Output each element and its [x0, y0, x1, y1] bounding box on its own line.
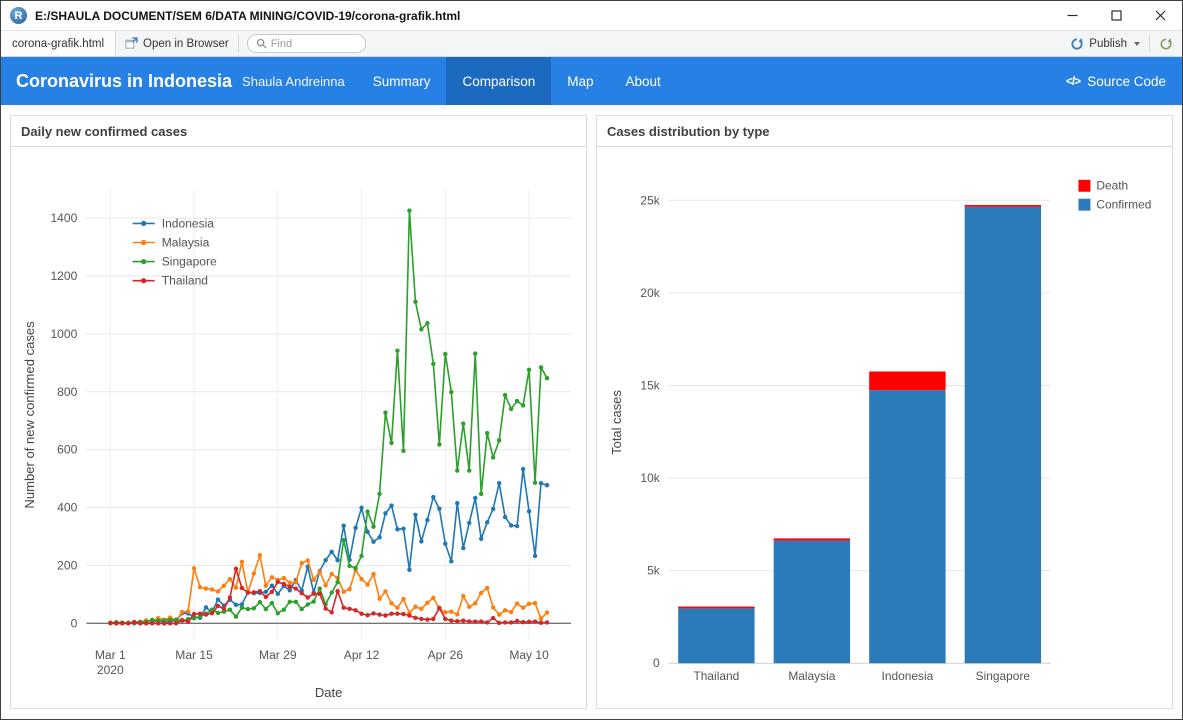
viewer-toolbar: corona-grafik.html Open in Browser Publi…: [1, 30, 1182, 57]
source-code-link[interactable]: </> Source Code: [1050, 57, 1182, 105]
app-navbar: Coronavirus in Indonesia Shaula Andreinn…: [1, 57, 1182, 105]
svg-text:400: 400: [57, 501, 77, 515]
svg-text:Indonesia: Indonesia: [162, 216, 215, 230]
svg-text:1400: 1400: [50, 211, 77, 225]
panel-title-cases-distribution: Cases distribution by type: [597, 116, 1172, 147]
svg-text:10k: 10k: [640, 471, 659, 485]
bar-chart-container: 0 5k 10k 15k 20k 25k Thailand Malaysia Indonesia…: [597, 147, 1172, 708]
maximize-icon: [1110, 10, 1122, 21]
rstudio-viewer-window: R E:/SHAULA DOCUMENT/SEM 6/DATA MINING/C…: [0, 0, 1183, 720]
tab-map[interactable]: Map: [551, 57, 609, 105]
navbar-menu: Summary Comparison Map About: [357, 57, 677, 105]
refresh-icon: [1160, 37, 1172, 49]
svg-text:May 10: May 10: [509, 648, 549, 662]
close-button[interactable]: [1138, 1, 1182, 30]
publish-label: Publish: [1089, 37, 1127, 50]
svg-text:0: 0: [71, 616, 78, 630]
svg-text:Mar 29: Mar 29: [259, 648, 297, 662]
svg-text:Death: Death: [1096, 179, 1128, 193]
svg-text:1200: 1200: [50, 269, 77, 283]
toolbar-separator: [237, 35, 239, 52]
svg-text:Apr 12: Apr 12: [344, 648, 380, 662]
find-input[interactable]: [270, 37, 357, 50]
maximize-button[interactable]: [1094, 1, 1138, 30]
app-title: Coronavirus in Indonesia: [16, 70, 233, 91]
find-box: [246, 34, 366, 53]
refresh-button[interactable]: [1150, 31, 1182, 56]
svg-text:800: 800: [57, 385, 77, 399]
open-in-browser-button[interactable]: Open in Browser: [116, 31, 238, 56]
caret-down-icon: [1134, 41, 1140, 46]
open-in-browser-label: Open in Browser: [143, 37, 229, 50]
panel-title-daily-cases: Daily new confirmed cases: [11, 116, 586, 147]
minimize-button[interactable]: [1050, 1, 1094, 30]
svg-text:Thailand: Thailand: [694, 669, 740, 683]
app-icon-letter: R: [14, 9, 23, 22]
rstudio-app-icon: R: [10, 7, 27, 24]
tab-comparison[interactable]: Comparison: [446, 57, 552, 105]
panel-daily-cases: Daily new confirmed cases 0 200 400 600 800 1…: [10, 115, 587, 709]
svg-text:15k: 15k: [640, 378, 659, 392]
tab-summary[interactable]: Summary: [357, 57, 447, 105]
file-tab[interactable]: corona-grafik.html: [1, 31, 117, 56]
svg-text:Malaysia: Malaysia: [162, 236, 210, 250]
svg-text:Singapore: Singapore: [162, 255, 217, 269]
panel-cases-distribution: Cases distribution by type 0 5k 10k 15k 20k 2…: [596, 115, 1173, 709]
svg-text:Number of new confirmed cases: Number of new confirmed cases: [22, 321, 37, 509]
svg-text:Indonesia: Indonesia: [882, 669, 934, 683]
source-code-label: Source Code: [1087, 73, 1166, 89]
svg-text:Mar 12020: Mar 1 2020: [95, 648, 126, 677]
line-chart[interactable]: 0 200 400 600 800 1000 1200 1400 Mar 1 2020 Mar 15…: [13, 149, 584, 704]
svg-text:Confirmed: Confirmed: [1096, 198, 1151, 212]
close-icon: [1155, 10, 1165, 21]
search-icon: [256, 38, 267, 49]
svg-text:20k: 20k: [640, 286, 659, 300]
svg-text:Total cases: Total cases: [609, 390, 624, 455]
svg-text:Singapore: Singapore: [976, 669, 1031, 683]
svg-text:600: 600: [57, 443, 77, 457]
publish-button[interactable]: Publish: [1061, 31, 1149, 56]
line-chart-container: 0 200 400 600 800 1000 1200 1400 Mar 1 2020 Mar 15…: [11, 147, 586, 708]
svg-text:Thailand: Thailand: [162, 274, 208, 288]
file-tab-label: corona-grafik.html: [12, 37, 105, 50]
publish-icon: [1071, 37, 1084, 50]
minimize-icon: [1067, 14, 1077, 17]
window-titlebar: R E:/SHAULA DOCUMENT/SEM 6/DATA MINING/C…: [1, 1, 1182, 30]
app-author: Shaula Andreinna: [242, 73, 345, 89]
svg-text:200: 200: [57, 558, 77, 572]
bar-chart[interactable]: 0 5k 10k 15k 20k 25k Thailand Malaysia Indonesia…: [599, 149, 1170, 704]
svg-text:Malaysia: Malaysia: [788, 669, 835, 683]
window-controls: [1050, 1, 1182, 30]
code-icon: </>: [1065, 74, 1081, 88]
dashboard-content: Daily new confirmed cases 0 200 400 600 800 1…: [1, 105, 1182, 719]
svg-text:Date: Date: [315, 685, 343, 700]
svg-text:25k: 25k: [640, 193, 659, 207]
svg-text:5k: 5k: [647, 564, 660, 578]
tab-about[interactable]: About: [610, 57, 677, 105]
svg-text:Mar 15: Mar 15: [175, 648, 213, 662]
svg-text:Apr 26: Apr 26: [428, 648, 464, 662]
svg-text:1000: 1000: [50, 327, 77, 341]
svg-text:0: 0: [653, 656, 660, 670]
open-in-browser-icon: [125, 37, 138, 49]
window-title: E:/SHAULA DOCUMENT/SEM 6/DATA MINING/COV…: [35, 8, 461, 23]
